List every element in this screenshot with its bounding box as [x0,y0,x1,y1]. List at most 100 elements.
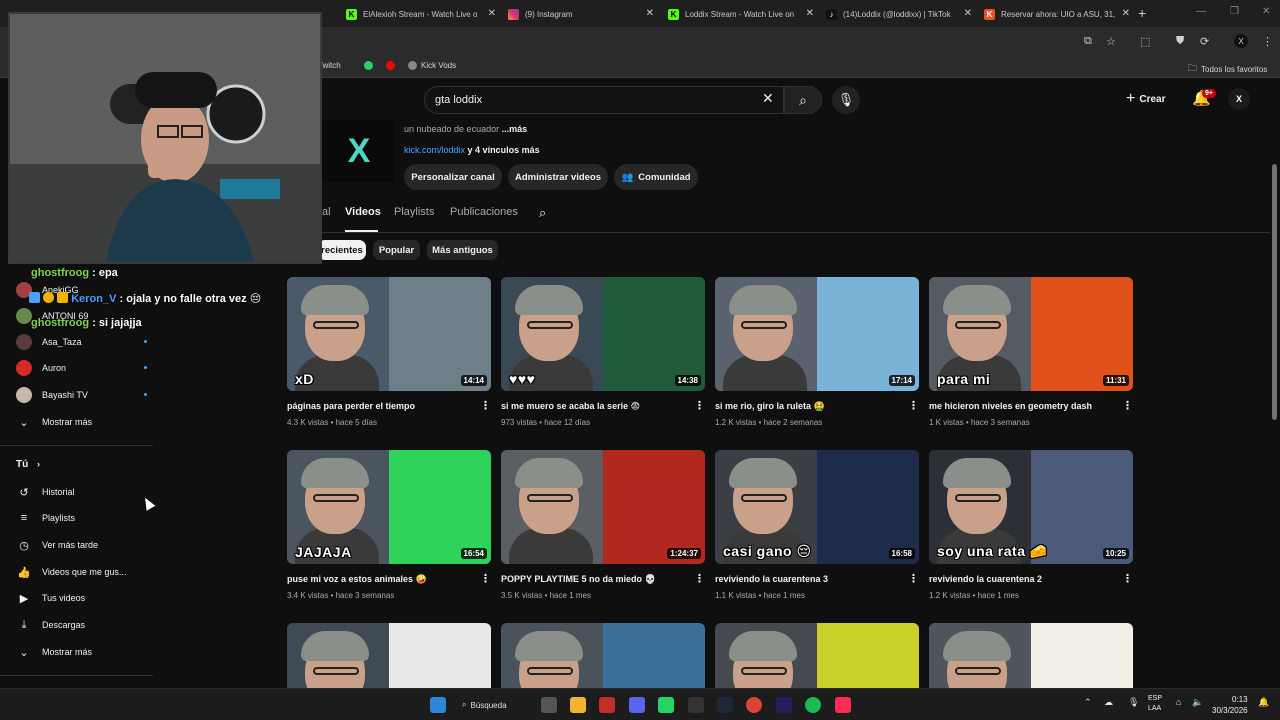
video-thumbnail[interactable]: 17:14 [715,277,919,391]
sidebar-item-your-videos[interactable]: ▶ Tus videos [16,588,85,608]
premiere-icon[interactable] [776,697,792,713]
taskbar-search[interactable]: ⌕ Búsqueda [462,694,530,716]
video-card[interactable]: para mi 11:31 me hicieron niveles en geome… [929,277,1133,427]
video-card[interactable]: 1:24:37 POPPY PLAYTIME 5 no da miedo 💀 3.5… [501,450,705,600]
onedrive-icon[interactable]: ☁ [1104,697,1113,708]
notification-center-icon[interactable]: 🔔 [1258,697,1269,708]
system-clock[interactable]: 0:13 30/3/2026 [1212,694,1248,716]
video-title[interactable]: si me muero se acaba la serie 😨 [501,401,691,412]
video-card[interactable]: xD 14:14 páginas para perder el tiempo 4.3 … [287,277,491,427]
more-options-icon[interactable]: ⋮ [1122,399,1133,412]
language-indicator[interactable]: ESP LAA [1148,694,1162,714]
maximize-icon[interactable]: ❐ [1230,6,1239,17]
clear-search-icon[interactable]: ✕ [762,90,774,107]
sidebar-channel[interactable]: Asa_Taza [16,332,147,352]
sidebar-channel[interactable]: Auron [16,358,147,378]
sidebar-item-playlists[interactable]: ≡ Playlists [16,508,75,528]
minimize-icon[interactable]: — [1196,6,1206,17]
video-card[interactable]: casi gano 😔 16:58 reviviendo la cuarentena… [715,450,919,600]
profile-icon[interactable]: ⛊ [1176,35,1184,48]
video-thumbnail[interactable]: JAJAJA 16:54 [287,450,491,564]
close-tab-icon[interactable]: ✕ [964,8,972,19]
close-tab-icon[interactable]: ✕ [646,8,654,19]
channel-search-icon[interactable]: ⌕ [539,205,546,221]
video-thumbnail[interactable]: casi gano 😔 16:58 [715,450,919,564]
sidebar-item-liked[interactable]: 👍 Videos que me gus... [16,562,126,582]
tray-expand-icon[interactable]: ⌃ [1084,697,1092,708]
manage-videos-button[interactable]: Administrar videos [508,164,608,190]
search-input[interactable]: gta loddix [424,86,784,114]
sidebar-channel[interactable]: Bayashi TV [16,385,147,405]
chip-popular[interactable]: Popular [373,240,420,260]
close-tab-icon[interactable]: ✕ [488,8,496,19]
video-thumbnail[interactable]: ♥♥♥ 14:38 [501,277,705,391]
more-options-icon[interactable]: ⋮ [1122,572,1133,585]
video-title[interactable]: si me rio, giro la ruleta 🤮 [715,401,905,412]
sidebar-show-more[interactable]: ⌄ Mostrar más [16,642,92,662]
bookmark-youtube[interactable] [386,61,395,70]
menu-icon[interactable]: ⋮ [1262,35,1273,48]
bookmark-star-icon[interactable]: ☆ [1106,35,1116,48]
browser-tab[interactable]: K Reservar ahora: UIO a ASU, 31, ✕ [978,3,1134,25]
video-card[interactable]: soy una rata 🧀 10:25 reviviendo la cuarent… [929,450,1133,600]
video-title[interactable]: reviviendo la cuarentena 3 [715,574,905,584]
store-icon[interactable] [599,697,615,713]
video-title[interactable]: reviviendo la cuarentena 2 [929,574,1119,584]
tab-publicaciones[interactable]: Publicaciones [450,206,518,218]
copilot-icon[interactable] [541,697,557,713]
tab-home[interactable]: al [322,206,331,218]
video-thumbnail[interactable]: 1:24:37 [501,450,705,564]
tiktok-icon[interactable] [835,697,851,713]
sidebar-show-more[interactable]: ⌄ Mostrar más [16,412,92,432]
video-thumbnail[interactable]: soy una rata 🧀 10:25 [929,450,1133,564]
video-title[interactable]: puse mi voz a estos animales 🤪 [287,574,477,585]
video-title[interactable]: POPPY PLAYTIME 5 no da miedo 💀 [501,574,691,585]
close-window-icon[interactable]: ✕ [1262,6,1270,17]
file-explorer-icon[interactable] [570,697,586,713]
tab-videos[interactable]: Videos [345,206,381,218]
extensions-icon[interactable]: ⬚ [1140,35,1150,48]
close-tab-icon[interactable]: ✕ [1122,8,1130,19]
browser-tab[interactable]: K Loddix Stream - Watch Live on ✕ [662,3,818,25]
browser-tab[interactable]: ♪ (14)Loddix (@loddixx) | TikTok ✕ [820,3,976,25]
network-icon[interactable]: ⌂ [1176,697,1181,707]
new-tab-icon[interactable]: + [1138,5,1146,21]
more-options-icon[interactable]: ⋮ [694,399,705,412]
tab-playlists[interactable]: Playlists [394,206,434,218]
channel-links[interactable]: kick.com/loddix y 4 vínculos más [404,145,540,155]
sidebar-item-historial[interactable]: ↺ Historial [16,482,74,502]
chip-mas-antiguos[interactable]: Más antiguos [427,240,498,260]
more-options-icon[interactable]: ⋮ [908,572,919,585]
channel-description[interactable]: un nubeado de ecuador ...más [404,124,527,134]
more-options-icon[interactable]: ⋮ [694,572,705,585]
sidebar-item-downloads[interactable]: ⤓ Descargas [16,615,85,635]
account-avatar[interactable]: X [1228,88,1250,110]
video-card[interactable]: JAJAJA 16:54 puse mi voz a estos animales … [287,450,491,600]
search-button[interactable]: ⌕ [784,86,822,114]
video-thumbnail[interactable]: xD 14:14 [287,277,491,391]
whatsapp-icon[interactable] [658,697,674,713]
video-thumbnail[interactable]: para mi 11:31 [929,277,1133,391]
sync-icon[interactable]: ⟳ [1200,35,1209,48]
browser-tab[interactable]: K ElAlexioh Stream - Watch Live o ✕ [340,3,500,25]
bookmark-whatsapp[interactable] [364,61,373,70]
more-options-icon[interactable]: ⋮ [480,399,491,412]
all-favorites[interactable]: 🗀 Todos los favoritos [1188,61,1267,77]
community-button[interactable]: 👥 Comunidad [614,164,698,190]
chip-recientes[interactable]: recientes [318,240,366,260]
volume-icon[interactable]: 🔈 [1192,697,1203,708]
browser-tab[interactable]: (9) Instagram ✕ [502,3,658,25]
voice-search-button[interactable]: 🎙 [832,86,860,114]
video-card[interactable]: 17:14 si me rio, giro la ruleta 🤮 1.2 K vi… [715,277,919,427]
video-title[interactable]: páginas para perder el tiempo [287,401,477,411]
scrollbar-thumb[interactable] [1272,164,1277,420]
screenshot-icon[interactable]: ⧉ [1084,35,1092,48]
spotify-icon[interactable] [805,697,821,713]
mic-tray-icon[interactable]: 🎙 [1128,697,1139,708]
video-card[interactable]: ♥♥♥ 14:38 si me muero se acaba la serie 😨 9… [501,277,705,427]
steam-icon[interactable] [717,697,733,713]
customize-channel-button[interactable]: Personalizar canal [404,164,502,190]
more-options-icon[interactable]: ⋮ [480,572,491,585]
profile-avatar-icon[interactable]: X [1234,34,1248,48]
windows-start-icon[interactable] [430,697,446,713]
